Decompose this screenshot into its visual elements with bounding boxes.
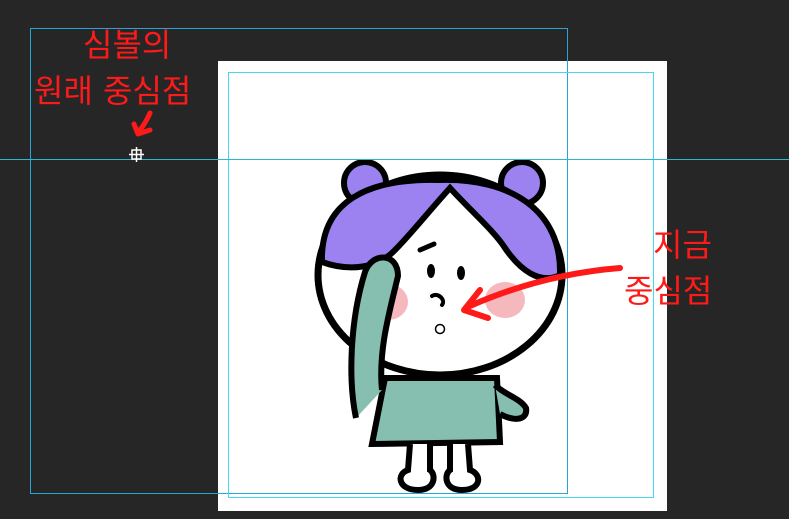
annotation-current-line2: 중심점	[624, 272, 713, 310]
annotation-original-line1: 심볼의	[83, 26, 172, 64]
annotation-original-line2: 원래 중심점	[34, 72, 192, 110]
registration-point-icon	[129, 147, 144, 162]
transform-center-icon	[434, 323, 446, 335]
current-center-arrow	[467, 265, 623, 309]
annotation-current-line1: 지금	[653, 226, 712, 264]
